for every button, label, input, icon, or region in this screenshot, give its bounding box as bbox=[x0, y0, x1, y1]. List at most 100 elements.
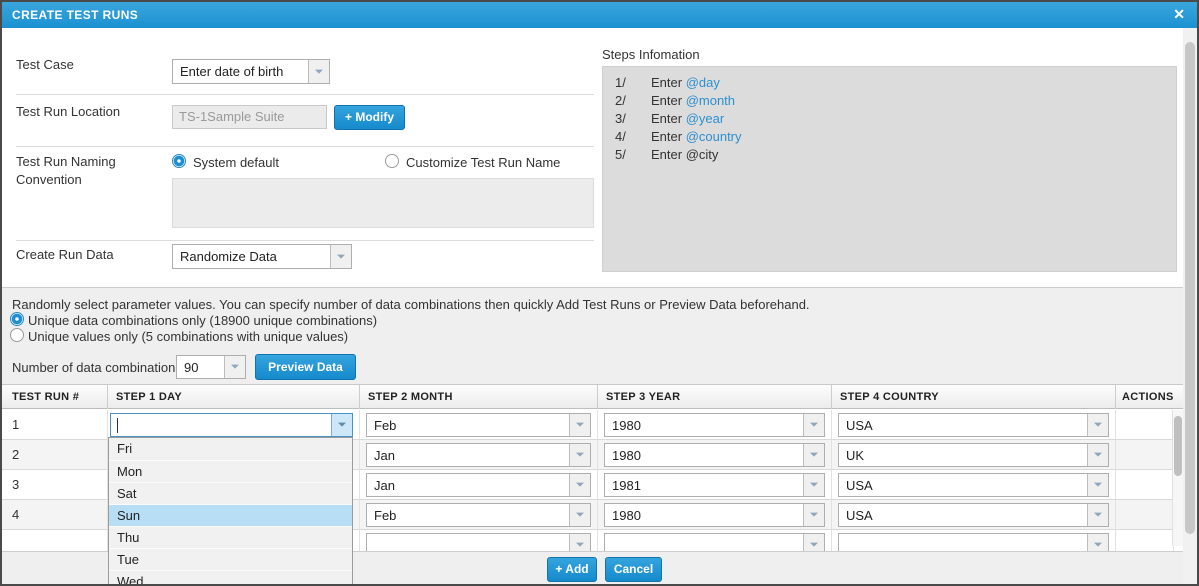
step-item: 2/ Enter @month bbox=[603, 92, 1176, 110]
create-run-data-select[interactable]: Randomize Data bbox=[172, 244, 352, 269]
randomize-description: Randomly select parameter values. You ca… bbox=[12, 297, 810, 312]
modify-button[interactable]: + Modify bbox=[334, 105, 405, 130]
country-select[interactable]: UK bbox=[838, 443, 1109, 467]
step-param: @city bbox=[686, 147, 719, 162]
year-value: 1980 bbox=[612, 504, 800, 526]
year-select[interactable] bbox=[604, 533, 825, 551]
country-value: USA bbox=[846, 474, 1084, 496]
actions-cell bbox=[1116, 470, 1174, 500]
month-select[interactable]: Jan bbox=[366, 473, 591, 497]
divider bbox=[16, 240, 594, 241]
table-scrollbar-thumb[interactable] bbox=[1174, 416, 1182, 476]
day-dropdown-list: Fri Mon Sat Sun Thu Tue Wed bbox=[108, 437, 353, 586]
day-select[interactable] bbox=[110, 413, 353, 437]
preview-data-button[interactable]: Preview Data bbox=[255, 354, 356, 380]
dialog-title: CREATE TEST RUNS bbox=[12, 8, 138, 22]
naming-convention-label: Test Run Naming Convention bbox=[16, 153, 148, 189]
run-number: 1 bbox=[12, 410, 19, 440]
step-action: Enter bbox=[651, 111, 686, 126]
dropdown-option[interactable]: Tue bbox=[109, 548, 352, 570]
system-default-radio[interactable] bbox=[172, 154, 186, 168]
dropdown-option[interactable]: Fri bbox=[109, 438, 352, 460]
dropdown-option[interactable]: Wed bbox=[109, 570, 352, 586]
chevron-down-icon bbox=[803, 474, 824, 496]
month-select[interactable]: Feb bbox=[366, 503, 591, 527]
step-number: 3/ bbox=[615, 110, 626, 128]
dialog-titlebar: CREATE TEST RUNS ✕ bbox=[2, 2, 1197, 28]
dropdown-option[interactable]: Sat bbox=[109, 482, 352, 504]
create-run-data-value: Randomize Data bbox=[180, 245, 327, 268]
chevron-down-icon bbox=[308, 60, 329, 83]
step-number: 1/ bbox=[615, 74, 626, 92]
dialog-scrollbar-thumb[interactable] bbox=[1185, 42, 1195, 534]
month-select[interactable]: Feb bbox=[366, 413, 591, 437]
combinations-count-label: Number of data combinations bbox=[12, 360, 182, 375]
combinations-count-input[interactable]: 90 bbox=[176, 355, 246, 379]
run-number: 2 bbox=[12, 440, 19, 470]
month-select[interactable]: Jan bbox=[366, 443, 591, 467]
step-action: Enter bbox=[651, 129, 686, 144]
step-action: Enter bbox=[651, 75, 686, 90]
country-value: UK bbox=[846, 444, 1084, 466]
actions-cell bbox=[1116, 440, 1174, 470]
step-action: Enter bbox=[651, 147, 686, 162]
test-case-select[interactable]: Enter date of birth bbox=[172, 59, 330, 84]
chevron-down-icon bbox=[1087, 444, 1108, 466]
unique-values-radio[interactable] bbox=[10, 328, 24, 342]
table-scrollbar[interactable] bbox=[1172, 410, 1183, 546]
close-icon[interactable]: ✕ bbox=[1173, 6, 1185, 23]
chevron-down-icon[interactable] bbox=[331, 414, 352, 436]
year-select[interactable]: 1980 bbox=[604, 503, 825, 527]
step-param-link[interactable]: @year bbox=[686, 111, 725, 126]
step-param-link[interactable]: @month bbox=[686, 93, 735, 108]
country-select[interactable]: USA bbox=[838, 413, 1109, 437]
customize-name-radio[interactable] bbox=[385, 154, 399, 168]
test-run-location-label: Test Run Location bbox=[16, 104, 120, 119]
month-select[interactable] bbox=[366, 533, 591, 551]
year-value: 1980 bbox=[612, 414, 800, 436]
unique-values-label[interactable]: Unique values only (5 combinations with … bbox=[28, 329, 348, 344]
test-runs-table-header: TEST RUN # STEP 1 DAY STEP 2 MONTH STEP … bbox=[2, 384, 1183, 409]
cancel-button[interactable]: Cancel bbox=[605, 557, 662, 582]
system-default-label[interactable]: System default bbox=[193, 155, 279, 170]
year-select[interactable]: 1980 bbox=[604, 413, 825, 437]
step-number: 5/ bbox=[615, 146, 626, 164]
chevron-down-icon bbox=[569, 534, 590, 551]
dropdown-option-highlighted[interactable]: Sun bbox=[109, 504, 352, 526]
step-action: Enter bbox=[651, 93, 686, 108]
country-select[interactable]: USA bbox=[838, 503, 1109, 527]
custom-name-textarea[interactable] bbox=[172, 178, 594, 228]
chevron-down-icon bbox=[1087, 474, 1108, 496]
step-param-link[interactable]: @day bbox=[686, 75, 720, 90]
test-case-label: Test Case bbox=[16, 57, 74, 72]
chevron-down-icon bbox=[569, 504, 590, 526]
chevron-down-icon bbox=[803, 444, 824, 466]
country-value: USA bbox=[846, 504, 1084, 526]
col-header-step1-day: STEP 1 DAY bbox=[108, 385, 360, 409]
year-select[interactable]: 1981 bbox=[604, 473, 825, 497]
test-case-value: Enter date of birth bbox=[180, 60, 305, 83]
month-value: Feb bbox=[374, 414, 566, 436]
create-run-data-label: Create Run Data bbox=[16, 247, 114, 262]
combinations-count-value: 90 bbox=[184, 356, 221, 378]
chevron-down-icon bbox=[569, 474, 590, 496]
dropdown-option[interactable]: Mon bbox=[109, 460, 352, 482]
chevron-down-icon bbox=[330, 245, 351, 268]
table-row: 1 Feb 1980 USA bbox=[2, 410, 1174, 440]
chevron-down-icon bbox=[1087, 504, 1108, 526]
customize-name-label[interactable]: Customize Test Run Name bbox=[406, 155, 560, 170]
year-select[interactable]: 1980 bbox=[604, 443, 825, 467]
dropdown-option[interactable]: Thu bbox=[109, 526, 352, 548]
step-param-link[interactable]: @country bbox=[686, 129, 742, 144]
unique-combinations-radio[interactable] bbox=[10, 312, 24, 326]
chevron-down-icon bbox=[569, 444, 590, 466]
country-select[interactable]: USA bbox=[838, 473, 1109, 497]
country-select[interactable] bbox=[838, 533, 1109, 551]
col-header-step3-year: STEP 3 YEAR bbox=[598, 385, 832, 409]
run-number: 3 bbox=[12, 470, 19, 500]
unique-combinations-label[interactable]: Unique data combinations only (18900 uni… bbox=[28, 313, 377, 328]
steps-information-title: Steps Infomation bbox=[602, 47, 700, 62]
step-item: 1/ Enter @day bbox=[603, 74, 1176, 92]
dialog-scrollbar[interactable] bbox=[1183, 28, 1197, 584]
add-button[interactable]: + Add bbox=[547, 557, 597, 582]
